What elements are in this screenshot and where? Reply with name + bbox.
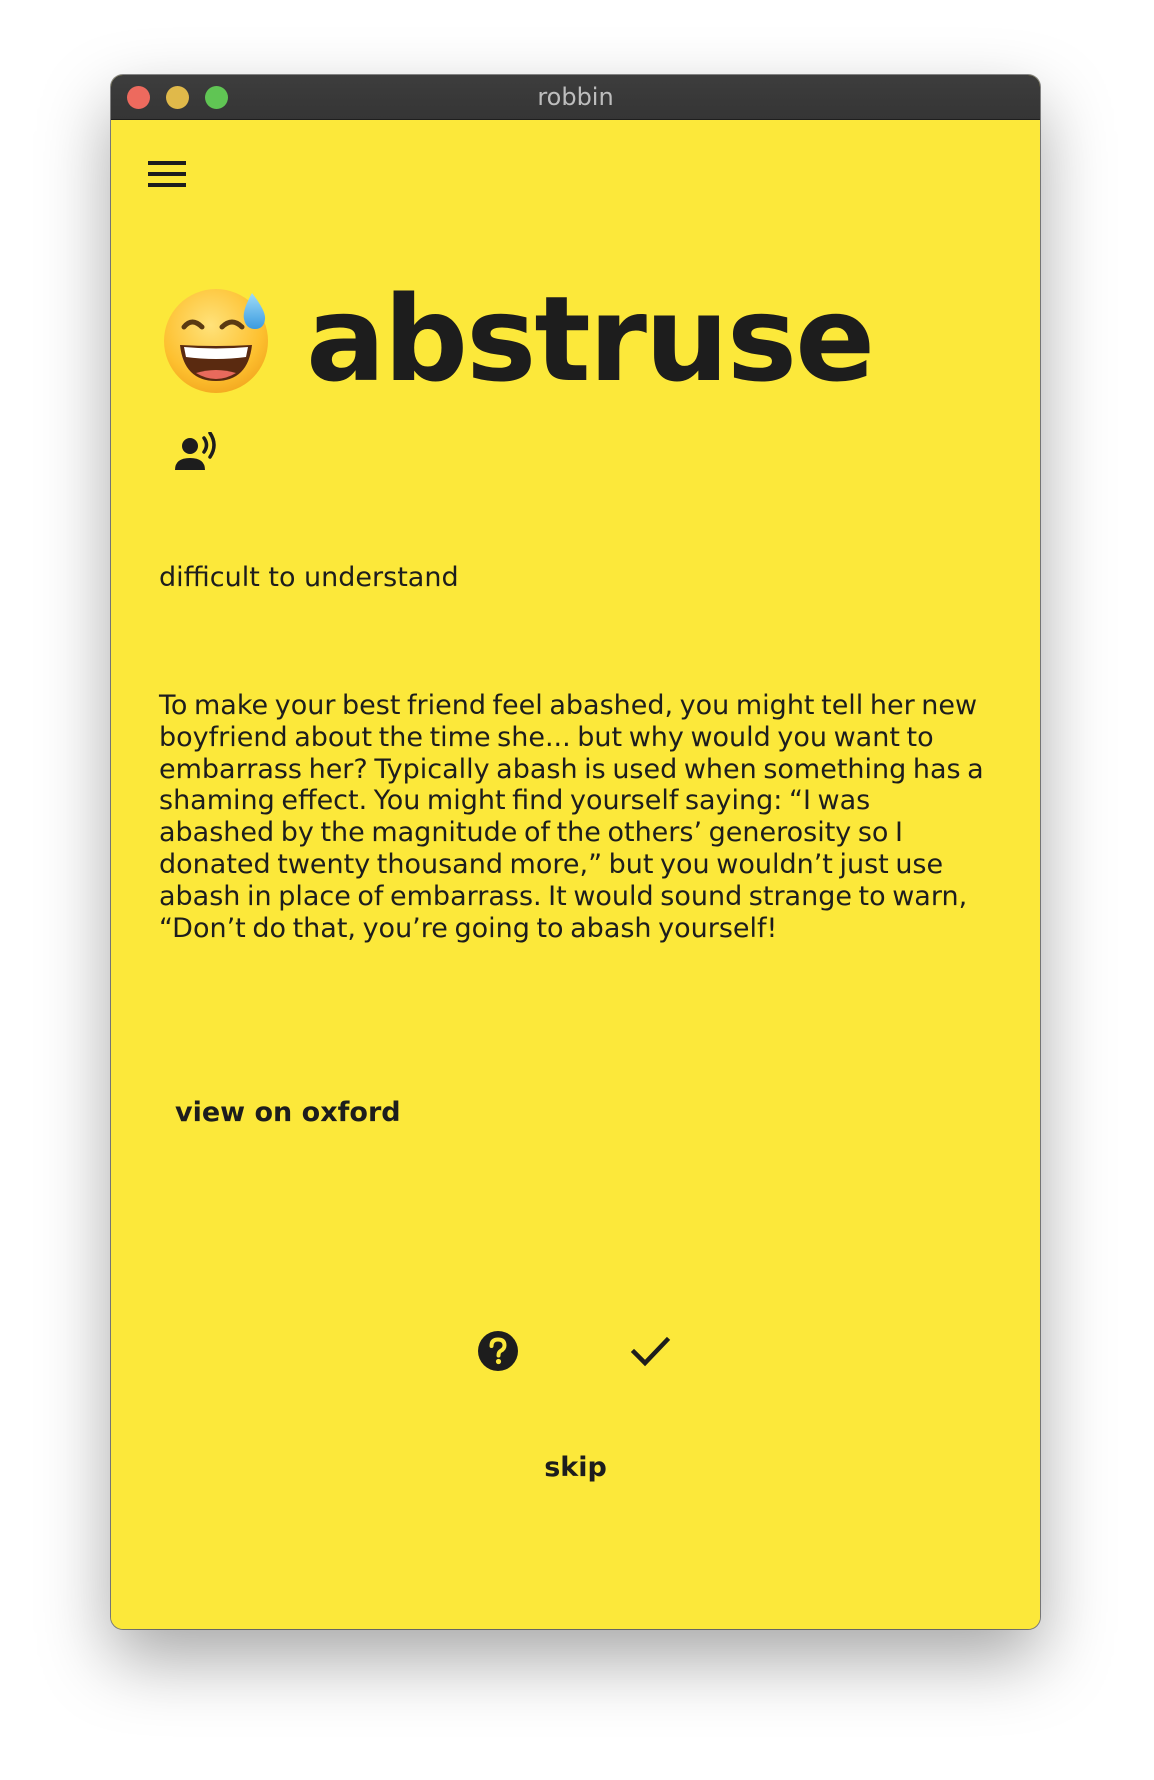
check-icon	[630, 1336, 671, 1367]
word-heading: abstruse	[160, 270, 875, 408]
word-title: abstruse	[306, 270, 875, 408]
definition-text: difficult to understand	[159, 562, 459, 593]
pronounce-button[interactable]	[173, 431, 223, 474]
title-bar: robbin	[111, 75, 1040, 120]
record-voice-over-icon	[175, 431, 216, 470]
view-on-oxford-button[interactable]: view on oxford	[175, 1096, 401, 1130]
help-circle-icon	[478, 1331, 518, 1371]
window-title: robbin	[537, 83, 614, 111]
mark-known-button[interactable]	[629, 1330, 671, 1372]
help-button[interactable]	[477, 1330, 519, 1372]
hamburger-menu-icon	[148, 161, 186, 187]
menu-button[interactable]	[148, 160, 186, 188]
word-card: abstruse difficult to understand To make…	[111, 120, 1040, 1629]
skip-button[interactable]: skip	[111, 1451, 1040, 1485]
grinning-face-with-sweat-icon	[164, 289, 268, 393]
app-window: robbin abstruse difficult to understand …	[111, 75, 1040, 1629]
description-text: To make your best friend feel abashed, y…	[159, 690, 984, 944]
